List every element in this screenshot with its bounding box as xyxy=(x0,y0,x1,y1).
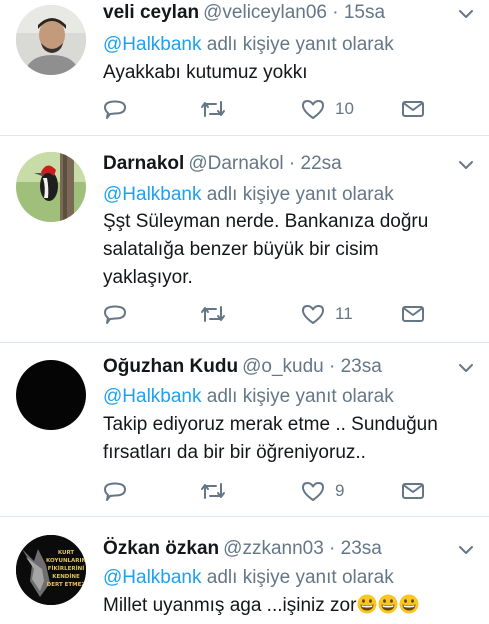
message-button[interactable] xyxy=(401,479,425,503)
avatar-caption-line: FİKİRLERİNİ xyxy=(47,566,85,572)
like-button[interactable]: 10 xyxy=(301,97,354,121)
reply-mention-link[interactable]: @Halkbank xyxy=(103,386,202,407)
message-icon xyxy=(402,483,424,499)
message-button[interactable] xyxy=(401,97,425,121)
retweet-button[interactable] xyxy=(200,302,226,326)
author-name[interactable]: Darnakol xyxy=(103,153,184,174)
reply-context-label: adlı kişiye yanıt olarak xyxy=(201,34,394,55)
author-handle-time[interactable]: @o_kudu · 23sa xyxy=(242,356,382,377)
message-icon xyxy=(402,101,424,117)
chevron-down-icon[interactable] xyxy=(458,8,474,20)
reply-context: @Halkbank adlı kişiye yanıt olarak xyxy=(103,385,394,409)
reply-context-label: adlı kişiye yanıt olarak xyxy=(201,567,394,588)
reply-context-label: adlı kişiye yanıt olarak xyxy=(201,386,394,407)
like-icon xyxy=(302,100,324,119)
tweet-actions: 10 xyxy=(103,97,443,121)
tweet-text: Millet uyanmış aga ...işiniz zor xyxy=(103,592,473,620)
avatar[interactable] xyxy=(16,152,86,222)
like-count: 11 xyxy=(335,304,353,323)
like-count: 9 xyxy=(335,481,345,500)
reply-mention-link[interactable]: @Halkbank xyxy=(103,34,202,55)
retweet-icon xyxy=(201,101,225,117)
tweet[interactable]: KURT KOYUNLARIN FİKİRLERİNİ KENDİNE DERT… xyxy=(0,517,489,624)
author-name[interactable]: veli ceylan xyxy=(103,2,199,23)
chevron-down-icon[interactable] xyxy=(458,362,474,374)
author-name[interactable]: Özkan özkan xyxy=(103,538,219,559)
like-button[interactable]: 9 xyxy=(301,479,344,503)
reply-button[interactable] xyxy=(103,302,127,326)
tweet[interactable]: Darnakol @Darnakol · 22sa @Halkbank adlı … xyxy=(0,136,489,343)
reply-context-label: adlı kişiye yanıt olarak xyxy=(201,184,394,205)
author-handle-time[interactable]: @Darnakol · 22sa xyxy=(188,153,341,174)
reply-context: @Halkbank adlı kişiye yanıt olarak xyxy=(103,183,394,207)
reply-icon xyxy=(104,100,126,119)
like-icon xyxy=(302,482,324,501)
like-count: 10 xyxy=(335,99,354,118)
tweet[interactable]: Oğuzhan Kudu @o_kudu · 23sa @Halkbank adl… xyxy=(0,343,489,517)
retweet-button[interactable] xyxy=(200,479,226,503)
grinning-emoji xyxy=(357,594,377,614)
chevron-down-icon[interactable] xyxy=(458,159,474,171)
message-icon xyxy=(402,306,424,322)
reply-icon xyxy=(104,482,126,501)
chevron-down-icon[interactable] xyxy=(458,544,474,556)
avatar-caption-line: DERT ETMEZ xyxy=(46,582,86,588)
reply-mention-link[interactable]: @Halkbank xyxy=(103,184,202,205)
tweet-actions: 9 xyxy=(103,479,443,503)
reply-button[interactable] xyxy=(103,479,127,503)
grinning-emoji xyxy=(378,594,398,614)
retweet-button[interactable] xyxy=(200,97,226,121)
avatar[interactable] xyxy=(16,5,86,75)
avatar-caption-line: KOYUNLARIN xyxy=(46,558,86,564)
author-name[interactable]: Oğuzhan Kudu xyxy=(103,356,238,377)
author-handle-time[interactable]: @veliceylan06 · 15sa xyxy=(203,2,385,23)
reply-icon xyxy=(104,305,126,324)
tweet[interactable]: veli ceylan @veliceylan06 · 15sa @Halkban… xyxy=(0,0,489,136)
reply-context: @Halkbank adlı kişiye yanıt olarak xyxy=(103,566,394,590)
grinning-emoji xyxy=(399,594,419,614)
tweet-text: Takip ediyoruz merak etme .. Sunduğun fı… xyxy=(103,414,438,463)
reply-mention-link[interactable]: @Halkbank xyxy=(103,567,202,588)
tweet-text: Şşt Süleyman nerde. Bankanıza doğru sala… xyxy=(103,211,429,288)
author-handle-time[interactable]: @zzkann03 · 23sa xyxy=(223,538,382,559)
retweet-icon xyxy=(201,306,225,322)
reply-button[interactable] xyxy=(103,97,127,121)
reply-context: @Halkbank adlı kişiye yanıt olarak xyxy=(103,33,394,57)
message-button[interactable] xyxy=(401,302,425,326)
avatar[interactable]: KURT KOYUNLARIN FİKİRLERİNİ KENDİNE DERT… xyxy=(16,535,86,605)
like-button[interactable]: 11 xyxy=(301,302,353,326)
tweet-text: Ayakkabı kutumuz yokkı xyxy=(103,62,308,83)
avatar-caption-line: KENDİNE xyxy=(52,574,80,580)
tweet-actions: 11 xyxy=(103,302,443,326)
tweet-text-content: Millet uyanmış aga ...işiniz zor xyxy=(103,595,357,616)
avatar-caption-line: KURT xyxy=(57,550,75,556)
like-icon xyxy=(302,305,324,324)
avatar[interactable] xyxy=(16,360,86,430)
retweet-icon xyxy=(201,483,225,499)
